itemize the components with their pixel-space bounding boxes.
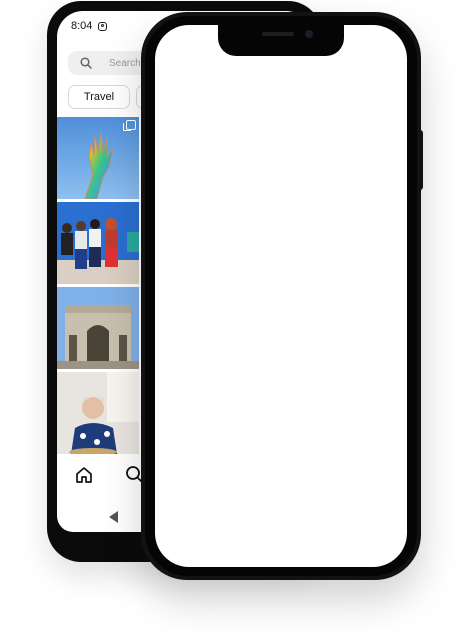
home-icon[interactable] (75, 466, 93, 489)
grid-tile[interactable] (57, 117, 139, 199)
side-button (419, 130, 423, 190)
back-icon[interactable] (109, 511, 118, 523)
grid-tile[interactable] (57, 202, 139, 284)
grid-tile[interactable] (57, 287, 139, 369)
woman-photo (57, 372, 139, 454)
multi-photo-icon (123, 120, 136, 131)
notch (218, 24, 344, 56)
search-placeholder: Search (109, 57, 141, 69)
group-photo (57, 202, 139, 284)
iphone (141, 12, 421, 580)
speaker-grille (262, 32, 294, 36)
iphone-screen (155, 25, 407, 567)
explore-grid (57, 117, 147, 466)
search-icon (77, 54, 95, 72)
status-time: 8:04 (71, 20, 93, 32)
front-camera-icon (305, 30, 313, 38)
grid-tile[interactable] (57, 372, 139, 454)
status-bar: 8:04 (71, 18, 108, 34)
arch-photo (57, 287, 139, 369)
instagram-icon (98, 21, 108, 31)
chip-travel[interactable]: Travel (68, 85, 130, 109)
